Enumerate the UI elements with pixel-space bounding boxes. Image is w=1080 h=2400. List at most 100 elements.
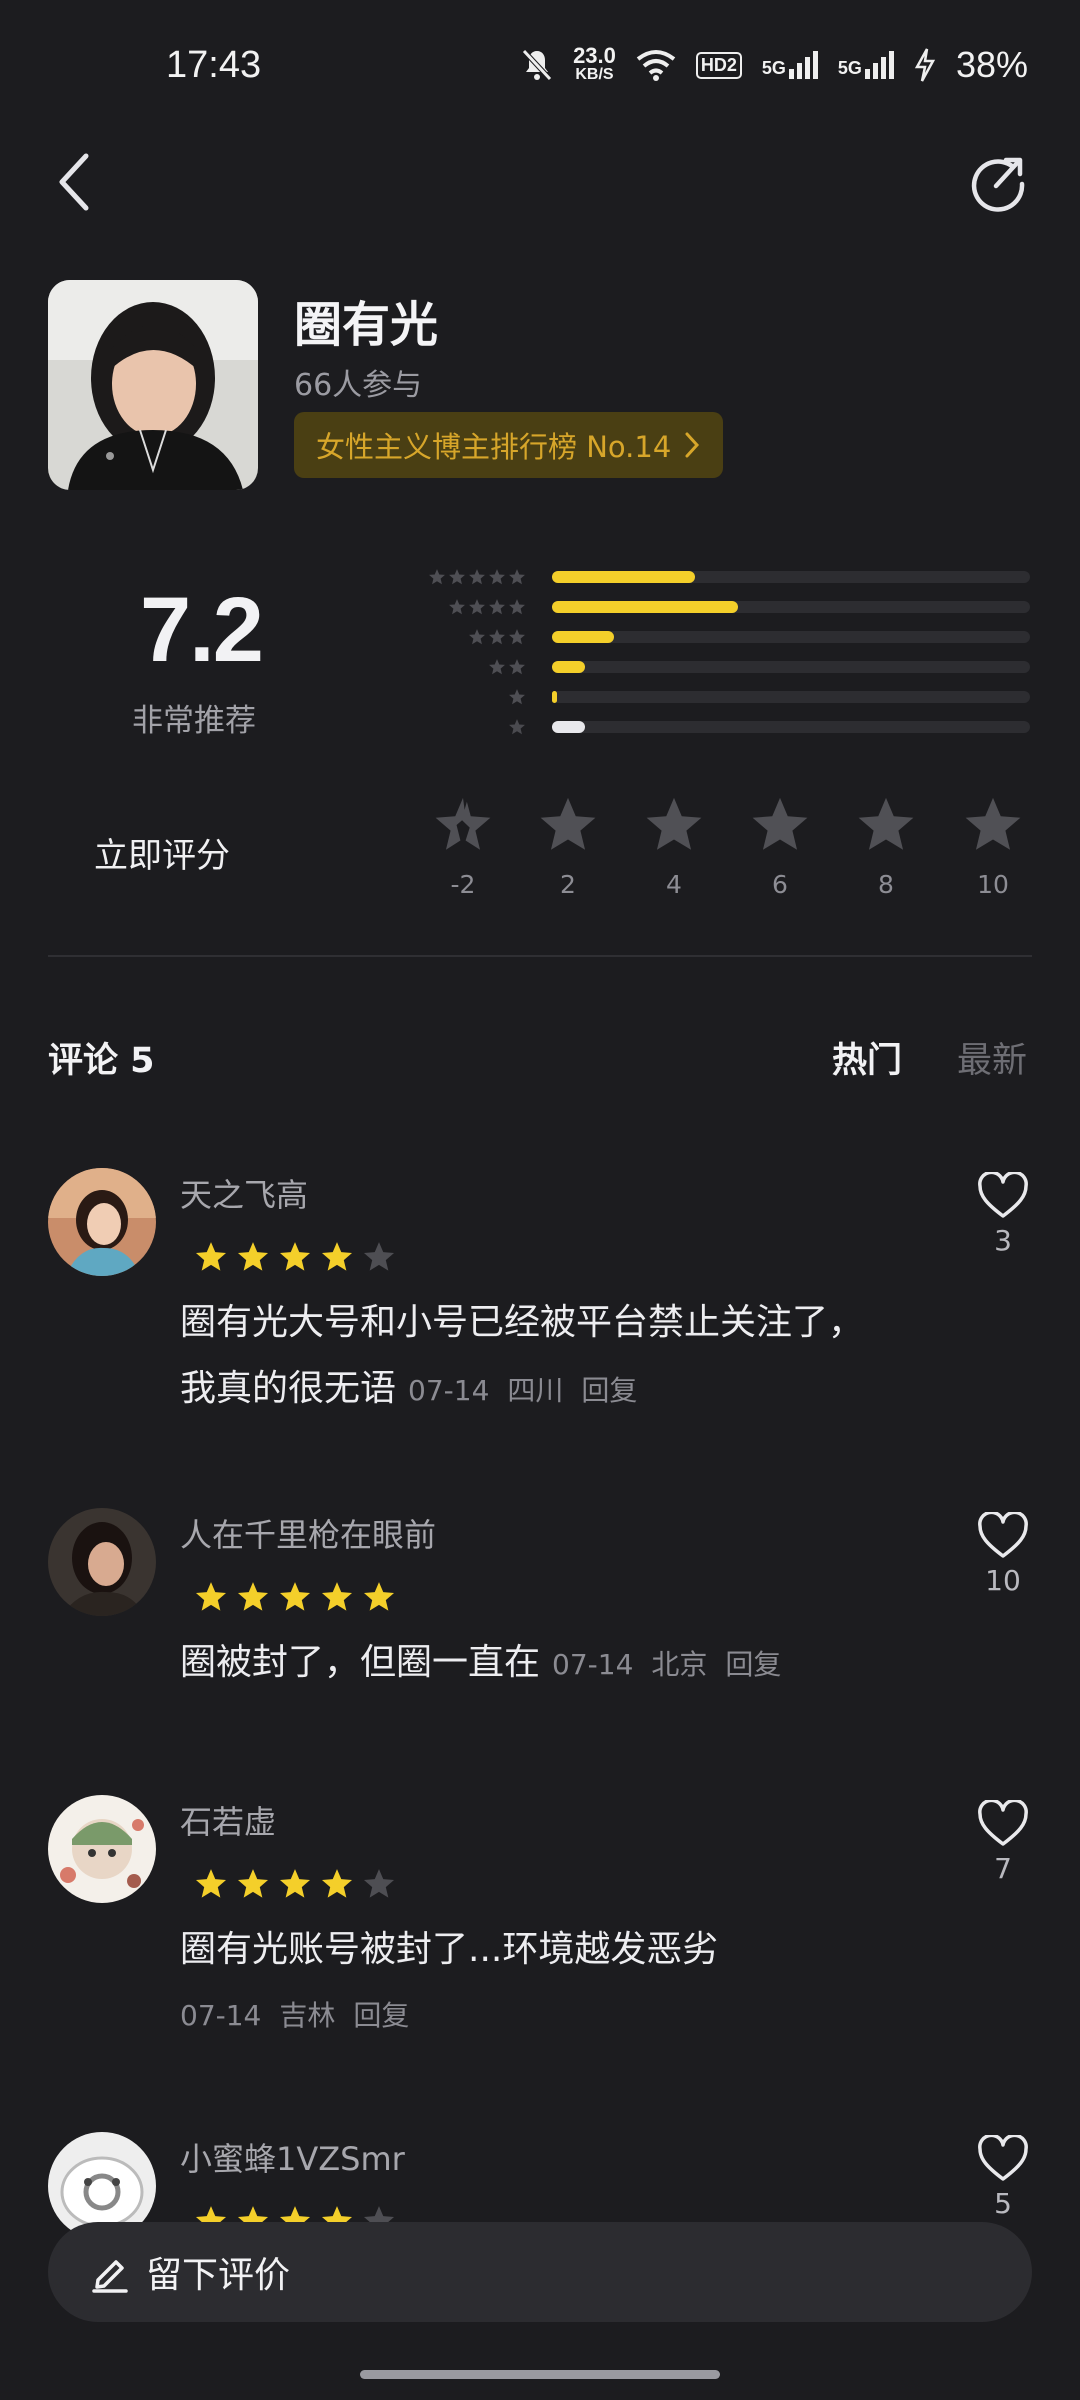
signal-2-icon: 5G — [838, 51, 894, 79]
star-outline-icon — [752, 797, 808, 850]
mini-star-icon — [489, 629, 505, 645]
tab-hot[interactable]: 热门 — [832, 1032, 902, 1083]
mini-star-icon — [509, 659, 525, 675]
comments-title: 评论 5 — [48, 1041, 155, 1081]
like-count: 3 — [994, 1224, 1012, 1257]
distribution-row — [396, 628, 1030, 646]
rate-option[interactable]: 6 — [747, 794, 813, 899]
like-button[interactable]: 7 — [970, 1798, 1036, 1885]
star-filled-icon — [321, 1869, 353, 1898]
distribution-stars — [396, 628, 526, 646]
share-icon[interactable] — [966, 150, 1030, 214]
star-filled-icon — [279, 1242, 311, 1271]
like-count: 5 — [994, 2187, 1012, 2220]
mini-star-icon — [509, 569, 525, 585]
comment-rating — [194, 1240, 396, 1274]
ranking-badge[interactable]: 女性主义博主排行榜 No.14 — [294, 412, 724, 478]
star-filled-icon — [363, 1582, 395, 1611]
distribution-stars — [396, 688, 526, 706]
rate-now-label: 立即评分 — [94, 836, 230, 876]
leave-review-label: 留下评价 — [146, 2255, 291, 2296]
rate-option[interactable]: -2 — [430, 794, 496, 899]
distribution-row — [396, 598, 1030, 616]
comment-text: 圈被封了，但圈一直在 07-14 北京 回复 — [180, 1642, 782, 1683]
rate-option-value: 2 — [560, 870, 576, 899]
rate-option-value: 8 — [878, 870, 894, 899]
reply-button[interactable]: 回复 — [581, 1374, 637, 1407]
distribution-bar-fill — [552, 571, 696, 583]
mini-star-icon — [489, 659, 505, 675]
star-empty-icon — [363, 1869, 395, 1898]
rate-option-value: 6 — [772, 870, 788, 899]
mini-star-icon — [469, 629, 485, 645]
comment-username[interactable]: 石若虚 — [180, 1797, 276, 1843]
like-button[interactable]: 3 — [970, 1170, 1036, 1257]
mini-star-icon — [429, 569, 445, 585]
status-time: 17:43 — [166, 44, 262, 86]
divider — [48, 955, 1032, 957]
star-filled-icon — [237, 1242, 269, 1271]
star-filled-icon — [195, 1242, 227, 1271]
mini-star-icon — [509, 599, 525, 615]
comment-meta: 07-14 吉林 回复 — [180, 1994, 409, 2034]
star-outline-icon — [858, 797, 914, 850]
like-count: 7 — [994, 1852, 1012, 1885]
mini-star-icon — [449, 599, 465, 615]
mini-star-icon — [469, 599, 485, 615]
like-count: 10 — [985, 1564, 1021, 1597]
status-icons: 23.0 KB/S HD2 5G 5G 38% — [521, 44, 1028, 86]
star-outline-icon — [965, 797, 1021, 850]
distribution-stars — [396, 658, 526, 676]
broken-star-icon — [435, 797, 491, 850]
tab-newest[interactable]: 最新 — [957, 1032, 1027, 1083]
comment-location: 四川 — [507, 1374, 564, 1407]
comment-avatar[interactable] — [48, 1795, 156, 1903]
like-button[interactable]: 10 — [970, 1510, 1036, 1597]
reply-button[interactable]: 回复 — [725, 1648, 781, 1681]
rate-option[interactable]: 10 — [960, 794, 1026, 899]
heart-outline-icon — [978, 2133, 1028, 2181]
comment-location: 吉林 — [279, 1999, 336, 2032]
wifi-icon — [636, 50, 676, 81]
star-filled-icon — [195, 1582, 227, 1611]
comment-date: 07-14 — [408, 1374, 490, 1407]
comment-username[interactable]: 小蜜蜂1VZSmr — [180, 2134, 405, 2180]
comment-avatar[interactable] — [48, 1168, 156, 1276]
star-outline-icon — [540, 797, 596, 850]
back-chevron-icon[interactable] — [52, 150, 96, 214]
distribution-bar-fill — [552, 721, 586, 733]
rate-option[interactable]: 2 — [535, 794, 601, 899]
distribution-stars — [396, 718, 526, 736]
distribution-bar-fill — [552, 601, 739, 613]
distribution-row — [396, 688, 1030, 706]
comment-avatar[interactable] — [48, 1508, 156, 1616]
rate-option-value: 10 — [977, 870, 1009, 899]
distribution-bar — [552, 661, 1030, 673]
star-filled-icon — [195, 1869, 227, 1898]
distribution-row — [396, 568, 1030, 586]
distribution-stars — [396, 598, 526, 616]
rate-option[interactable]: 8 — [853, 794, 919, 899]
home-indicator[interactable] — [360, 2370, 720, 2379]
distribution-bar — [552, 691, 1030, 703]
leave-review-button[interactable]: 留下评价 — [48, 2222, 1032, 2322]
distribution-bar-fill — [552, 661, 586, 673]
heart-outline-icon — [978, 1510, 1028, 1558]
mini-star-icon — [489, 569, 505, 585]
chevron-right-icon — [685, 432, 700, 458]
mini-star-icon — [509, 719, 525, 735]
participant-count: 66人参与 — [294, 368, 423, 403]
like-button[interactable]: 5 — [970, 2133, 1036, 2220]
mute-bell-icon — [522, 49, 552, 81]
comment-location: 北京 — [651, 1648, 708, 1681]
distribution-stars — [396, 568, 526, 586]
distribution-row — [396, 658, 1030, 676]
comment-username[interactable]: 天之飞高 — [180, 1170, 308, 1216]
rate-option[interactable]: 4 — [641, 794, 707, 899]
comment-username[interactable]: 人在千里枪在眼前 — [180, 1510, 436, 1556]
comment-rating — [194, 1867, 396, 1901]
reply-button[interactable]: 回复 — [353, 1999, 409, 2032]
distribution-row — [396, 718, 1030, 736]
profile-title: 圈有光 — [294, 297, 439, 353]
mini-star-icon — [469, 569, 485, 585]
